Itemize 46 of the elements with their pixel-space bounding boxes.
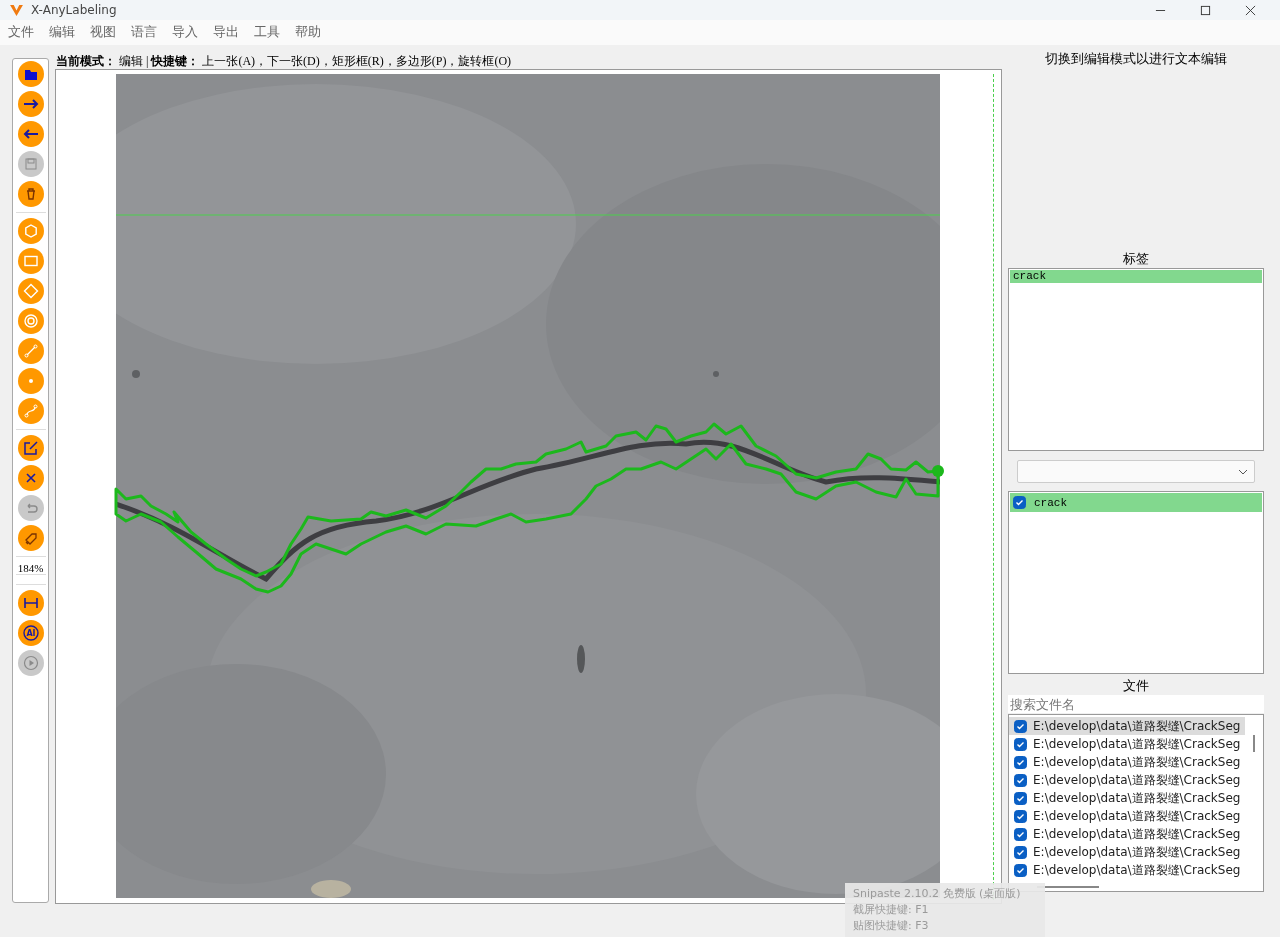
menu-item[interactable]: 语言: [131, 24, 157, 41]
menu-item[interactable]: 帮助: [295, 24, 321, 41]
fit-width-icon[interactable]: [17, 590, 44, 616]
menu-item[interactable]: 视图: [90, 24, 116, 41]
menu-item[interactable]: 导入: [172, 24, 198, 41]
checkbox[interactable]: [1014, 791, 1027, 805]
checkbox[interactable]: [1014, 845, 1027, 859]
tag-icon[interactable]: [17, 525, 44, 551]
popup-title: Snipaste 2.10.2 免费版 (桌面版): [853, 886, 1022, 902]
popup-line: 截屏快捷键: F1: [853, 902, 930, 918]
menu-item[interactable]: 编辑: [49, 24, 75, 41]
section-title: 文件: [1122, 678, 1150, 695]
menu-item[interactable]: 导出: [213, 24, 239, 41]
maximize-icon[interactable]: [1200, 4, 1211, 16]
section-title: 标签: [1122, 251, 1150, 268]
checkbox[interactable]: [1014, 827, 1027, 841]
menu-item[interactable]: 工具: [254, 24, 280, 41]
scrollbar[interactable]: [1253, 735, 1255, 752]
label-item[interactable]: crack: [1010, 270, 1262, 283]
edit-icon[interactable]: [17, 435, 44, 461]
polygon-vertex[interactable]: [932, 465, 944, 477]
close-icon[interactable]: [17, 465, 44, 491]
mode-line: 当前模式： 编辑 | 快捷键： 上一张(A)，下一张(D)，矩形框(R)，多边形(P)，旋转框(O): [56, 53, 513, 69]
window-title: X-AnyLabeling: [31, 3, 117, 17]
checkbox[interactable]: [1014, 719, 1027, 733]
annotation-polygon[interactable]: [114, 422, 940, 594]
search-field[interactable]: 搜索文件名: [1008, 695, 1264, 713]
checkbox[interactable]: [1014, 737, 1027, 751]
checkbox[interactable]: [1013, 496, 1026, 509]
chevron-down-icon: [1238, 468, 1248, 475]
ai-icon[interactable]: AI: [17, 620, 44, 646]
shape-item[interactable]: crack: [1010, 493, 1262, 512]
edit-hint: 切换到编辑模式以进行文本编辑: [1044, 51, 1228, 68]
checkbox[interactable]: [1014, 773, 1027, 787]
zoom-field[interactable]: 184%: [15, 562, 46, 575]
close-icon[interactable]: [1245, 4, 1256, 16]
menu-item[interactable]: 文件: [8, 24, 34, 41]
popup-line: 贴图快捷键: F3: [853, 918, 930, 934]
checkbox[interactable]: [1014, 863, 1027, 877]
checkbox[interactable]: [1014, 755, 1027, 769]
trash-icon[interactable]: [17, 181, 44, 207]
app-logo: [10, 4, 23, 16]
shape-label: crack: [1034, 496, 1067, 509]
dot-icon[interactable]: [17, 368, 44, 394]
folder-icon[interactable]: [17, 61, 44, 87]
checkbox[interactable]: [1014, 809, 1027, 823]
